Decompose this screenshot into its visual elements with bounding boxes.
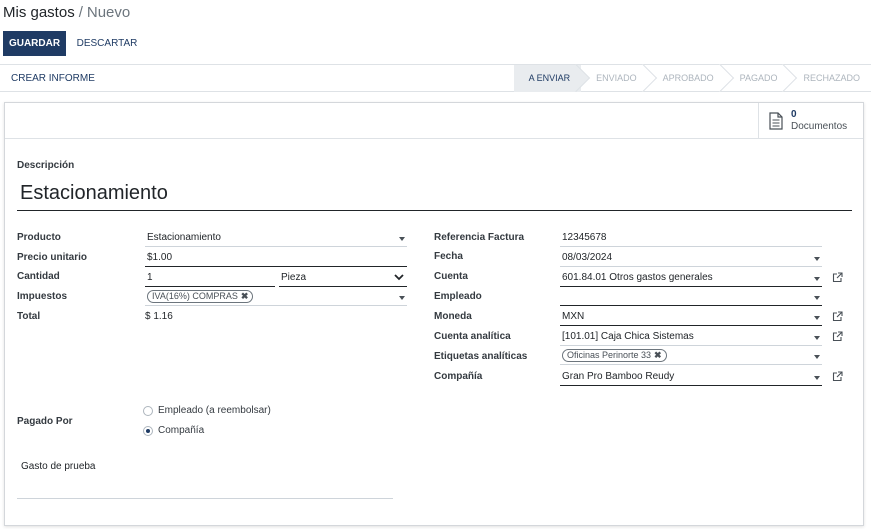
tax-tag-label: IVA(16%) COMPRAS xyxy=(152,291,238,301)
currency-select[interactable]: MXN xyxy=(560,308,822,326)
invoice-ref-value: 12345678 xyxy=(562,232,607,243)
caret-down-icon[interactable] xyxy=(814,355,820,359)
caret-down-icon[interactable] xyxy=(814,376,820,380)
analytic-tags-select[interactable]: Oficinas Perinorte 33 ✖ xyxy=(560,347,822,365)
stage-label: ENVIADO xyxy=(596,73,637,83)
documents-label: Documentos xyxy=(791,121,848,132)
caret-down-icon[interactable] xyxy=(814,336,820,340)
analytic-account-value: [101.01] Caja Chica Sistemas xyxy=(562,331,694,342)
breadcrumb-current: Nuevo xyxy=(86,4,131,21)
status-bar: CREAR INFORME A ENVIAR ENVIADO APROBADO … xyxy=(0,64,871,92)
breadcrumb: Mis gastos / Nuevo xyxy=(3,4,130,21)
company-label: Compañía xyxy=(434,371,483,382)
radio-button[interactable] xyxy=(143,425,153,436)
stage-pipeline: A ENVIAR ENVIADO APROBADO PAGADO RECHAZA… xyxy=(513,65,871,92)
document-icon xyxy=(769,112,783,130)
invoice-ref-label: Referencia Factura xyxy=(434,232,525,243)
account-label: Cuenta xyxy=(434,271,468,282)
total-label: Total xyxy=(17,311,41,322)
total-value: $ 1.16 xyxy=(145,311,173,322)
stage-submitted[interactable]: ENVIADO xyxy=(581,65,648,92)
external-link-icon[interactable] xyxy=(832,311,843,322)
analytic-account-select[interactable]: [101.01] Caja Chica Sistemas xyxy=(560,328,822,346)
documents-text: 0 Documentos xyxy=(791,109,847,133)
chevron-down-icon[interactable] xyxy=(394,272,404,282)
uom-value: Pieza xyxy=(281,272,307,283)
company-select[interactable]: Gran Pro Bamboo Reudy xyxy=(560,368,822,386)
button-box: 0 Documentos xyxy=(5,103,863,139)
analytic-tag: Oficinas Perinorte 33 ✖ xyxy=(562,349,667,362)
stage-label: APROBADO xyxy=(662,73,714,83)
taxes-select[interactable]: IVA(16%) COMPRAS ✖ xyxy=(145,288,407,306)
radio-label: Empleado (a reembolsar) xyxy=(158,405,271,416)
radio-label: Compañía xyxy=(158,425,205,436)
stage-approved[interactable]: APROBADO xyxy=(648,65,725,92)
analytic-tags-label: Etiquetas analíticas xyxy=(434,351,528,362)
save-button[interactable]: GUARDAR xyxy=(3,31,66,56)
breadcrumb-parent[interactable]: Mis gastos xyxy=(3,4,75,21)
employee-label: Empleado xyxy=(434,291,482,302)
quantity-input[interactable]: 1 xyxy=(145,269,275,287)
stage-to-submit[interactable]: A ENVIAR xyxy=(513,65,582,92)
note-textarea[interactable]: Gasto de prueba xyxy=(17,459,393,499)
stage-label: A ENVIAR xyxy=(528,73,571,83)
account-value: 601.84.01 Otros gastos generales xyxy=(562,272,713,283)
close-icon[interactable]: ✖ xyxy=(654,350,662,360)
unit-price-label: Precio unitario xyxy=(17,252,88,263)
tax-tag: IVA(16%) COMPRAS ✖ xyxy=(147,290,254,303)
paid-by-label: Pagado Por xyxy=(17,416,73,427)
description-input[interactable] xyxy=(17,177,852,211)
unit-price-input[interactable]: $1.00 xyxy=(145,249,407,267)
stage-paid[interactable]: PAGADO xyxy=(725,65,789,92)
external-link-icon[interactable] xyxy=(832,371,843,382)
quantity-value: 1 xyxy=(147,272,153,283)
external-link-icon[interactable] xyxy=(832,331,843,342)
stage-refused[interactable]: RECHAZADO xyxy=(788,65,871,92)
form-sheet: 0 Documentos Descripción Producto Estaci… xyxy=(4,102,864,526)
caret-down-icon[interactable] xyxy=(399,237,405,241)
close-icon[interactable]: ✖ xyxy=(241,291,249,301)
paid-by-employee-option[interactable]: Empleado (a reembolsar) xyxy=(143,405,271,416)
documents-count: 0 xyxy=(791,109,797,120)
stage-label: PAGADO xyxy=(739,73,778,83)
product-value: Estacionamiento xyxy=(147,232,221,243)
uom-select[interactable]: Pieza xyxy=(279,269,407,287)
stage-label: RECHAZADO xyxy=(803,73,860,83)
discard-button[interactable]: DESCARTAR xyxy=(72,31,142,56)
caret-down-icon[interactable] xyxy=(814,296,820,300)
description-label: Descripción xyxy=(17,160,75,171)
paid-by-company-option[interactable]: Compañía xyxy=(143,425,204,436)
taxes-label: Impuestos xyxy=(17,291,68,302)
date-value: 08/03/2024 xyxy=(562,252,613,263)
product-label: Producto xyxy=(17,232,61,243)
product-select[interactable]: Estacionamiento xyxy=(145,229,407,247)
invoice-ref-input[interactable]: 12345678 xyxy=(560,229,822,247)
caret-down-icon[interactable] xyxy=(814,277,820,281)
caret-down-icon[interactable] xyxy=(399,296,405,300)
currency-label: Moneda xyxy=(434,311,472,322)
date-label: Fecha xyxy=(434,251,463,262)
employee-select[interactable] xyxy=(560,288,822,306)
radio-button[interactable] xyxy=(143,405,153,416)
analytic-tag-label: Oficinas Perinorte 33 xyxy=(567,350,652,360)
company-value: Gran Pro Bamboo Reudy xyxy=(562,371,675,382)
breadcrumb-separator: / xyxy=(78,4,83,21)
analytic-account-label: Cuenta analítica xyxy=(434,331,511,342)
quantity-label: Cantidad xyxy=(17,271,60,282)
currency-value: MXN xyxy=(562,311,585,322)
create-report-button[interactable]: CREAR INFORME xyxy=(11,73,95,84)
caret-down-icon[interactable] xyxy=(814,316,820,320)
account-select[interactable]: 601.84.01 Otros gastos generales xyxy=(560,269,822,287)
external-link-icon[interactable] xyxy=(832,272,843,283)
unit-price-value: $1.00 xyxy=(147,252,173,263)
date-input[interactable]: 08/03/2024 xyxy=(560,249,822,267)
caret-down-icon[interactable] xyxy=(814,257,820,261)
documents-button[interactable]: 0 Documentos xyxy=(758,103,863,139)
